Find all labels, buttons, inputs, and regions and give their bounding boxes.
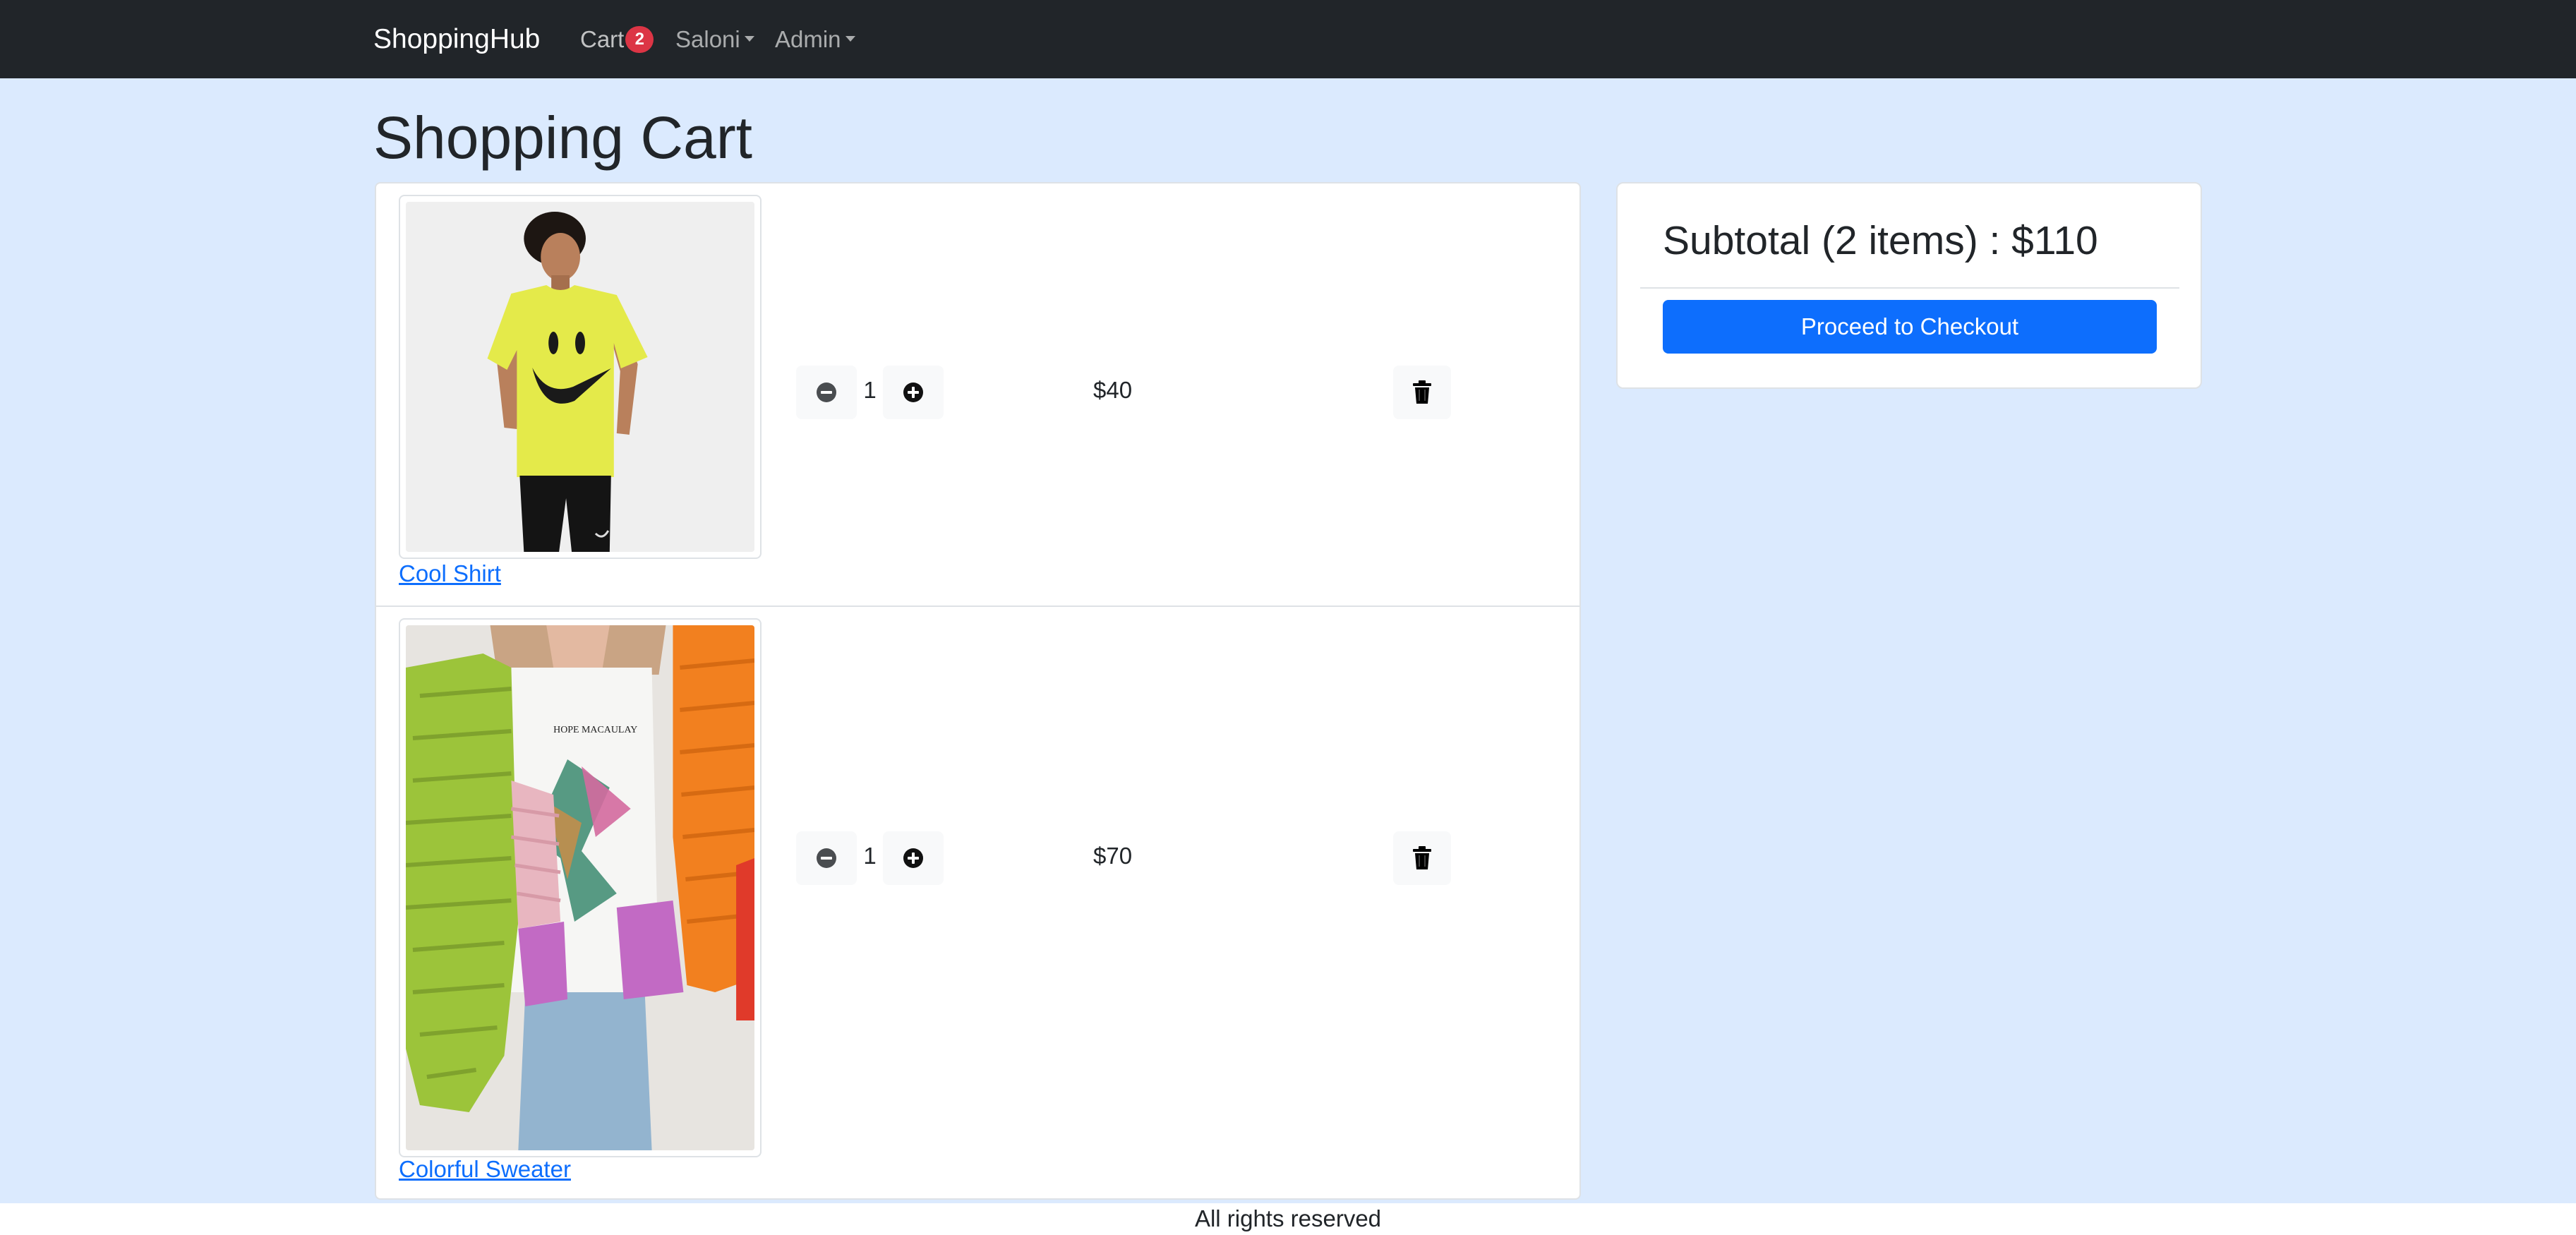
- nav-admin-label: Admin: [775, 26, 841, 52]
- quantity-stepper: 1: [796, 831, 944, 885]
- increase-quantity-button[interactable]: [883, 831, 944, 885]
- product-image[interactable]: HOPE MACAULAY: [399, 618, 762, 1157]
- dash-circle-fill-icon: [817, 848, 836, 868]
- nav-admin-dropdown[interactable]: Admin: [775, 0, 855, 78]
- caret-down-icon: [744, 36, 754, 42]
- increase-quantity-button[interactable]: [883, 366, 944, 419]
- quantity-value: 1: [863, 377, 877, 403]
- nav-user-label: Saloni: [675, 26, 740, 52]
- svg-text:HOPE MACAULAY: HOPE MACAULAY: [553, 725, 637, 735]
- proceed-to-checkout-button[interactable]: Proceed to Checkout: [1663, 300, 2157, 354]
- trash-icon: [1413, 380, 1431, 404]
- product-photo-sweater: HOPE MACAULAY: [406, 625, 754, 1150]
- product-name-link[interactable]: Colorful Sweater: [399, 1156, 571, 1183]
- product-image[interactable]: [399, 195, 762, 559]
- remove-item-button[interactable]: [1393, 831, 1451, 885]
- nav-user-dropdown[interactable]: Saloni: [675, 0, 754, 78]
- plus-circle-fill-icon: [903, 382, 923, 402]
- summary-divider: [1640, 287, 2179, 289]
- navbar: ShoppingHub Cart 2 Saloni Admin: [0, 0, 2576, 78]
- trash-icon: [1413, 846, 1431, 869]
- cart-item: Cool Shirt 1 $40: [376, 183, 1579, 607]
- page-title: Shopping Cart: [373, 104, 753, 171]
- item-price: $70: [1093, 843, 1133, 869]
- cart-item-list: Cool Shirt 1 $40 HOPE MACAULAY Colorful …: [375, 182, 1581, 1200]
- quantity-stepper: 1: [796, 366, 944, 419]
- dash-circle-fill-icon: [817, 382, 836, 402]
- brand-link[interactable]: ShoppingHub: [373, 0, 540, 78]
- product-name-link[interactable]: Cool Shirt: [399, 560, 501, 587]
- item-price: $40: [1093, 377, 1133, 403]
- product-photo-shirt: [406, 202, 754, 552]
- order-summary-card: Subtotal (2 items) : $110 Proceed to Che…: [1616, 182, 2202, 389]
- nav-cart-label: Cart: [580, 26, 625, 52]
- quantity-value: 1: [863, 843, 877, 869]
- decrease-quantity-button[interactable]: [796, 831, 857, 885]
- footer: All rights reserved: [0, 1203, 2576, 1235]
- plus-circle-fill-icon: [903, 848, 923, 868]
- nav-cart-link[interactable]: Cart 2: [580, 0, 654, 78]
- caret-down-icon: [845, 36, 855, 42]
- decrease-quantity-button[interactable]: [796, 366, 857, 419]
- cart-count-badge: 2: [625, 26, 654, 54]
- remove-item-button[interactable]: [1393, 366, 1451, 419]
- footer-text: All rights reserved: [1194, 1205, 1382, 1231]
- subtotal-heading: Subtotal (2 items) : $110: [1663, 218, 2098, 263]
- cart-item: HOPE MACAULAY Colorful Sweater 1 $70: [376, 607, 1579, 1198]
